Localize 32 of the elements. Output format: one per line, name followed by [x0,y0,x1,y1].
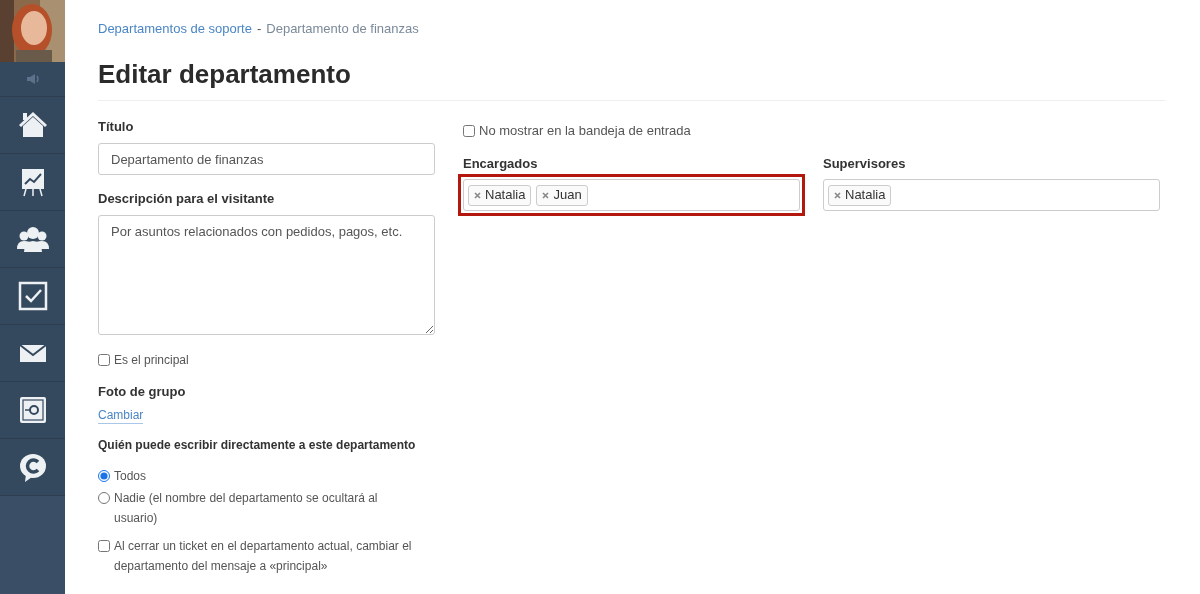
checkbox-label: Es el principal [114,351,189,369]
field-label: Título [98,117,135,136]
tag-label: Natalia [845,186,886,205]
checkbox-icon [16,280,49,312]
checkbox-label: No mostrar en la bandeja de entrada [479,121,691,140]
breadcrumb-separator: - [256,20,262,38]
tag-input[interactable]: Natalia Juan [463,179,800,211]
radio-label: Todos [114,468,148,485]
checkbox[interactable] [463,124,475,137]
checkbox-label: Al cerrar un ticket en el departamento actual, cambiar el departamento del mensaje a «principal» [114,538,413,575]
remove-icon[interactable] [474,191,481,199]
radio-button[interactable] [98,470,110,482]
radio-button[interactable] [98,492,110,504]
tag-input[interactable]: Natalia [823,179,1160,211]
page-title: Editar departamento [98,54,1165,101]
remove-icon[interactable] [834,191,841,199]
tag-label: Natalia [485,186,526,205]
breadcrumb-current: Departamento de finanzas [266,20,419,38]
field-label: Supervisores [823,154,907,173]
field-label: Encargados [463,154,539,173]
change-link[interactable]: Cambiar [98,407,144,424]
field-label: Foto de grupo [98,382,187,401]
tag-label: Juan [553,186,582,205]
radio-label: Nadie (el nombre del departamento se ocultará al usuario) [114,490,379,527]
checkbox[interactable] [98,540,110,552]
checkbox[interactable] [98,353,110,366]
field-label: Quién puede escribir directamente a este departamento [98,437,417,454]
remove-icon[interactable] [542,191,550,199]
field-label: Descripción para el visitante [98,190,276,208]
breadcrumb-link[interactable]: Departamentos de soporte [98,19,252,39]
title-input[interactable]: Departamento de finanzas [98,143,435,175]
description-textarea[interactable]: Por asuntos relacionados con pedidos, pagos, etc. [98,214,435,335]
